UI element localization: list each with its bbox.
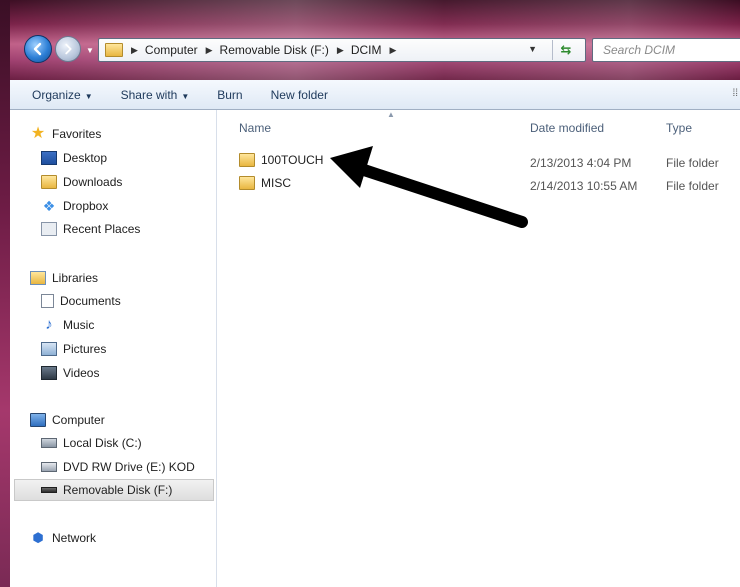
chevron-down-icon: ▼ [84,91,93,101]
sidebar-item-label: Documents [60,294,121,308]
sort-ascending-icon: ▲ [387,110,395,119]
view-options-icon[interactable]: ⁞⁞ [732,88,738,99]
window-left-edge [0,0,10,587]
chevron-right-icon[interactable]: ▶ [337,45,344,56]
breadcrumb-dcim[interactable]: DCIM [351,43,382,57]
sidebar-computer[interactable]: Computer [30,409,105,431]
sidebar-libraries[interactable]: Libraries [30,267,98,289]
column-date-modified[interactable]: Date modified [530,121,604,135]
sidebar-favorites-label: Favorites [52,127,102,141]
dropbox-icon: ❖ [42,198,56,214]
sidebar-item-downloads[interactable]: Downloads [41,171,122,193]
table-row[interactable]: 100TOUCH 2/13/2013 4:04 PM File folder [217,150,740,171]
sidebar-item-documents[interactable]: Documents [41,290,121,312]
file-date: 2/13/2013 4:04 PM [530,156,632,170]
column-type[interactable]: Type [666,121,692,135]
dvd-drive-icon [41,462,57,472]
new-folder-button[interactable]: New folder [271,88,328,102]
sidebar-item-label: Local Disk (C:) [63,436,142,450]
folder-icon [105,43,123,57]
file-name: MISC [261,176,291,190]
back-button[interactable] [24,35,52,63]
sidebar-computer-label: Computer [52,413,105,427]
document-icon [41,294,54,308]
hard-disk-icon [41,438,57,448]
file-name-cell: MISC [239,176,291,190]
sidebar-item-label: Pictures [63,342,107,356]
organize-label: Organize [32,87,81,102]
address-dropdown-icon[interactable]: ▼ [528,44,537,54]
network-icon: ⬢ [32,530,44,545]
recent-pages-dropdown-icon[interactable]: ▼ [86,46,94,55]
folder-icon [239,176,255,190]
sidebar-item-label: Videos [63,366,100,380]
chevron-right-icon[interactable]: ▶ [206,45,213,56]
libraries-icon [30,271,46,285]
file-date: 2/14/2013 10:55 AM [530,179,638,193]
sidebar-favorites[interactable]: ★ Favorites [30,123,102,145]
refresh-icon[interactable]: ⇆ [552,40,579,60]
desktop-icon [41,151,57,165]
explorer-window: ▼ ▶ Computer ▶ Removable Disk (F:) ▶ DCI… [0,0,740,587]
burn-button[interactable]: Burn [217,88,242,102]
sidebar-network[interactable]: ⬢ Network [30,527,96,549]
column-headers: Name ▲ Date modified Type [217,110,740,140]
command-bar: Organize ▼ Share with ▼ Burn New folder ⁞⁞ [10,80,740,110]
recent-places-icon [41,222,57,236]
file-type: File folder [666,179,719,193]
pictures-icon [41,342,57,356]
address-bar[interactable]: ▶ Computer ▶ Removable Disk (F:) ▶ DCIM … [98,38,586,62]
navigation-pane: ★ Favorites Desktop Downloads ❖ Dropbox … [10,110,217,587]
sidebar-item-label: Downloads [63,175,123,189]
sidebar-item-label: Removable Disk (F:) [63,483,173,497]
sidebar-item-label: Desktop [63,151,108,165]
star-icon: ★ [30,125,46,142]
chevron-right-icon[interactable]: ▶ [131,45,138,56]
sidebar-item-desktop[interactable]: Desktop [41,147,107,169]
sidebar-item-dvd-drive[interactable]: DVD RW Drive (E:) KOD [41,456,195,478]
file-name: 100TOUCH [261,153,324,167]
arrow-left-icon [33,42,42,56]
chevron-right-icon[interactable]: ▶ [389,45,396,56]
sidebar-item-label: Recent Places [63,222,141,236]
sidebar-item-label: Music [63,318,95,332]
sidebar-item-videos[interactable]: Videos [41,362,99,384]
sidebar-item-label: DVD RW Drive (E:) KOD [63,460,195,474]
sidebar-item-dropbox[interactable]: ❖ Dropbox [41,195,109,217]
sidebar-network-label: Network [52,531,97,545]
music-note-icon: ♪ [45,316,53,333]
file-name-cell: 100TOUCH [239,153,323,167]
chevron-down-icon: ▼ [181,91,190,101]
share-with-button[interactable]: Share with ▼ [121,88,190,102]
sidebar-libraries-label: Libraries [52,271,99,285]
breadcrumb-computer[interactable]: Computer [145,43,198,57]
sidebar-item-removable-disk[interactable]: Removable Disk (F:) [14,479,214,501]
share-with-label: Share with [120,87,178,102]
search-input[interactable]: Search DCIM [592,38,740,62]
file-list-pane: Name ▲ Date modified Type 100TOUCH 2/13/… [217,110,740,587]
organize-button[interactable]: Organize ▼ [32,88,93,102]
column-name[interactable]: Name [239,121,271,135]
forward-button[interactable] [55,36,81,62]
sidebar-item-pictures[interactable]: Pictures [41,338,106,360]
computer-icon [30,413,46,427]
folder-icon [239,153,255,167]
window-titlebar: ▼ ▶ Computer ▶ Removable Disk (F:) ▶ DCI… [0,0,740,80]
downloads-icon [41,175,57,189]
sidebar-item-music[interactable]: ♪ Music [41,314,94,336]
video-icon [41,366,57,380]
sidebar-item-label: Dropbox [63,199,109,213]
file-type: File folder [666,156,719,170]
table-row[interactable]: MISC 2/14/2013 10:55 AM File folder [217,173,740,194]
removable-disk-icon [41,487,57,493]
sidebar-item-local-disk[interactable]: Local Disk (C:) [41,432,142,454]
breadcrumb-removable-disk[interactable]: Removable Disk (F:) [220,43,329,57]
sidebar-item-recent-places[interactable]: Recent Places [41,218,140,240]
arrow-right-icon [65,43,72,55]
